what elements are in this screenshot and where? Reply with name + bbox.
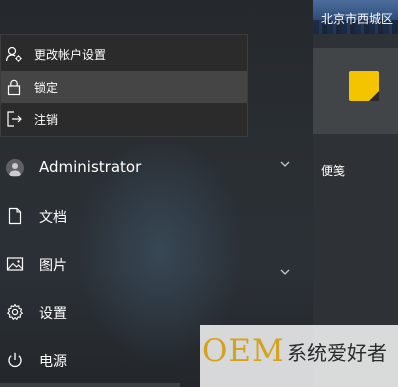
weather-tile[interactable]: 北京市西城区 [313, 0, 398, 34]
menu-item-sign-out[interactable]: 注销 [1, 103, 247, 135]
gear-icon [7, 303, 23, 320]
user-account-button[interactable]: Administrator [0, 150, 300, 186]
watermark-brand: OEM [202, 333, 285, 369]
menu-item-change-account-settings[interactable]: 更改帐户设置 [1, 38, 247, 70]
account-flyout-menu: 更改帐户设置 锁定 注销 [0, 34, 248, 137]
document-icon [8, 207, 22, 225]
chevron-down-icon[interactable] [279, 268, 291, 276]
documents-button[interactable]: 文档 [0, 198, 300, 234]
sticky-notes-label: 便笺 [321, 164, 346, 178]
account-settings-icon [5, 46, 22, 62]
user-name: Administrator [39, 158, 142, 176]
lock-icon [7, 79, 21, 96]
pictures-label: 图片 [39, 258, 67, 274]
pictures-button[interactable]: 图片 [0, 246, 300, 282]
sticky-notes-tile[interactable]: 便笺 [313, 48, 398, 178]
menu-item-lock[interactable]: 锁定 [1, 71, 247, 103]
chevron-down-icon[interactable] [279, 160, 291, 168]
sign-out-icon [7, 111, 22, 127]
menu-item-label: 锁定 [34, 80, 59, 95]
documents-label: 文档 [39, 210, 67, 226]
watermark-site-text: 系统爱好者 [287, 341, 387, 365]
menu-item-label: 更改帐户设置 [34, 47, 107, 62]
picture-icon [6, 257, 24, 271]
start-rail-scroll-indicator [0, 383, 180, 387]
settings-label: 设置 [39, 306, 67, 322]
weather-tile-label: 北京市西城区 [321, 12, 394, 26]
sticky-notes-icon [349, 71, 379, 101]
power-label: 电源 [39, 354, 67, 370]
site-watermark: OEM 系统爱好者 [200, 325, 398, 387]
menu-item-label: 注销 [34, 112, 59, 127]
user-avatar-icon [9, 163, 21, 176]
avatar [6, 159, 24, 177]
power-icon [8, 352, 22, 368]
